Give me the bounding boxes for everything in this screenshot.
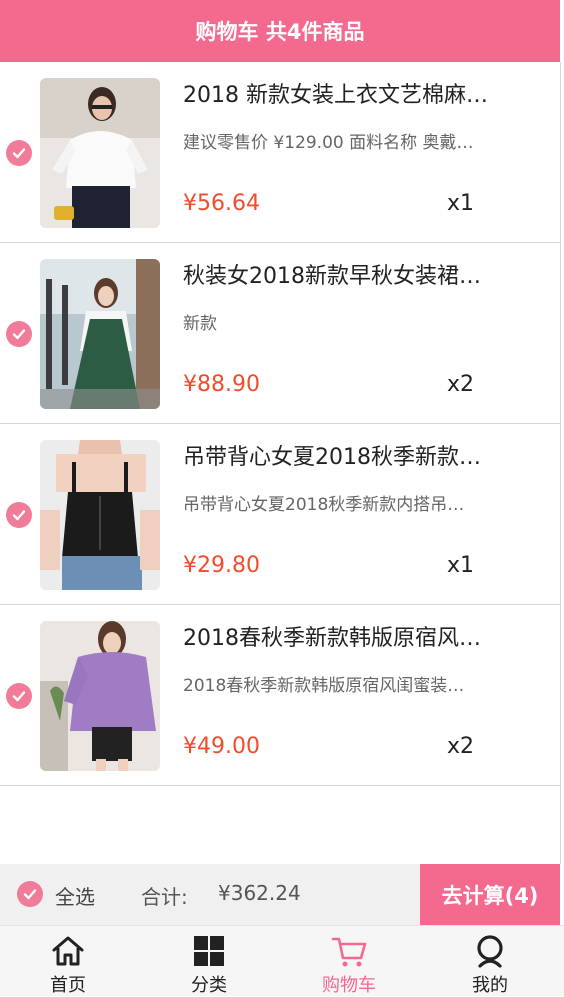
checkmark-icon bbox=[12, 691, 26, 702]
cart-list: 2018 新款女装上衣文艺棉麻… 建议零售价 ¥129.00 面料名称 奥戴… … bbox=[0, 62, 560, 786]
item-title[interactable]: 吊带背心女夏2018秋季新款… bbox=[183, 439, 533, 471]
product-image[interactable] bbox=[40, 440, 160, 590]
tab-label: 我的 bbox=[472, 975, 508, 996]
item-checkbox[interactable] bbox=[6, 502, 32, 528]
tab-category[interactable]: 分类 bbox=[164, 926, 254, 997]
item-price: ¥29.80 bbox=[183, 553, 260, 578]
item-description: 2018春秋季新款韩版原宿风闺蜜装… bbox=[183, 676, 465, 696]
item-quantity: x1 bbox=[447, 191, 475, 216]
cart-item[interactable]: 2018 新款女装上衣文艺棉麻… 建议零售价 ¥129.00 面料名称 奥戴… … bbox=[0, 62, 560, 243]
tab-cart[interactable]: 购物车 bbox=[304, 926, 394, 997]
cart-item[interactable]: 秋装女2018新款早秋女装裙… 新款 ¥88.90 x2 bbox=[0, 243, 560, 424]
item-description: 新款 bbox=[183, 314, 217, 334]
checkmark-icon bbox=[12, 329, 26, 340]
item-price: ¥88.90 bbox=[183, 372, 260, 397]
item-quantity: x1 bbox=[447, 553, 475, 578]
tab-label: 分类 bbox=[191, 975, 227, 996]
tab-label: 购物车 bbox=[322, 975, 376, 996]
page-header: 购物车 共4件商品 bbox=[0, 0, 560, 62]
item-description: 吊带背心女夏2018秋季新款内搭吊… bbox=[183, 495, 465, 515]
checkmark-icon bbox=[12, 148, 26, 159]
product-image[interactable] bbox=[40, 621, 160, 771]
checkmark-icon bbox=[23, 889, 37, 900]
grid-icon bbox=[194, 936, 224, 966]
divider bbox=[560, 62, 561, 864]
product-image[interactable] bbox=[40, 78, 160, 228]
checkmark-icon bbox=[12, 510, 26, 521]
home-icon bbox=[52, 936, 84, 966]
checkout-button[interactable]: 去计算(4) bbox=[420, 864, 560, 925]
product-image[interactable] bbox=[40, 259, 160, 409]
cart-item[interactable]: 吊带背心女夏2018秋季新款… 吊带背心女夏2018秋季新款内搭吊… ¥29.8… bbox=[0, 424, 560, 605]
select-all-label[interactable]: 全选 bbox=[55, 881, 95, 910]
cart-item[interactable]: 2018春秋季新款韩版原宿风… 2018春秋季新款韩版原宿风闺蜜装… ¥49.0… bbox=[0, 605, 560, 786]
cart-footer: 全选 合计: ¥362.24 去计算(4) bbox=[0, 864, 560, 925]
cart-icon bbox=[331, 937, 367, 967]
tab-profile[interactable]: 我的 bbox=[445, 926, 535, 997]
item-checkbox[interactable] bbox=[6, 140, 32, 166]
checkout-label: 去计算(4) bbox=[441, 883, 539, 908]
item-price: ¥56.64 bbox=[183, 191, 260, 216]
item-title[interactable]: 2018 新款女装上衣文艺棉麻… bbox=[183, 77, 533, 109]
item-title[interactable]: 2018春秋季新款韩版原宿风… bbox=[183, 620, 533, 652]
tab-bar: 首页 分类 购物车 我的 bbox=[0, 925, 564, 996]
item-price: ¥49.00 bbox=[183, 734, 260, 759]
item-quantity: x2 bbox=[447, 734, 475, 759]
item-checkbox[interactable] bbox=[6, 321, 32, 347]
total-amount: ¥362.24 bbox=[218, 881, 301, 905]
tab-home[interactable]: 首页 bbox=[23, 926, 113, 997]
total-label: 合计: bbox=[141, 885, 188, 909]
tab-label: 首页 bbox=[50, 975, 86, 996]
user-icon bbox=[477, 935, 503, 968]
item-description: 建议零售价 ¥129.00 面料名称 奥戴… bbox=[183, 133, 474, 153]
item-checkbox[interactable] bbox=[6, 683, 32, 709]
page-title: 购物车 共4件商品 bbox=[195, 20, 365, 44]
item-title[interactable]: 秋装女2018新款早秋女装裙… bbox=[183, 258, 533, 290]
item-quantity: x2 bbox=[447, 372, 475, 397]
select-all-checkbox[interactable] bbox=[17, 881, 43, 907]
